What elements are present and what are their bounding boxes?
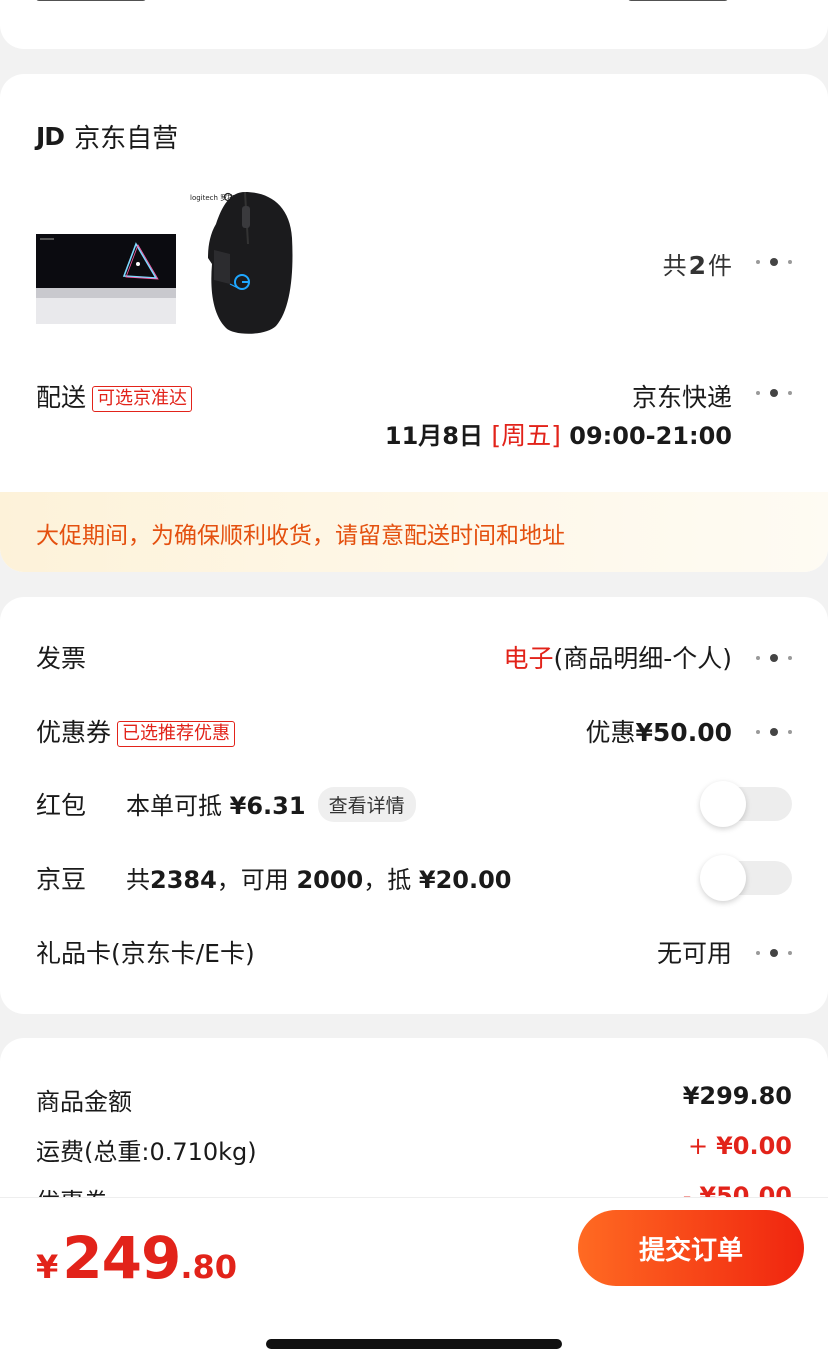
delivery-option-tag[interactable]: 可选京准达	[92, 386, 193, 412]
shop-header: JD 京东自营	[36, 118, 178, 155]
red-packet-label: 红包	[36, 791, 87, 820]
coupon-label: 优惠券	[36, 718, 112, 747]
red-packet-info: 本单可抵 ¥6.31 查看详情	[126, 786, 416, 822]
coupon-value: 优惠¥50.00	[586, 713, 733, 749]
coupon-row[interactable]: 优惠券 已选推荐优惠 优惠¥50.00	[36, 713, 792, 753]
goods-amount-label: 商品金额	[36, 1088, 132, 1116]
delivery-time-range: 09:00-21:00	[569, 422, 732, 450]
shop-name: 京东自营	[74, 124, 179, 154]
invoice-row[interactable]: 发票 电子(商品明细-个人)	[36, 639, 792, 679]
jd-logo: JD	[36, 122, 65, 151]
promo-notice-text: 大促期间，为确保顺利收货，请留意配送时间和地址	[36, 523, 565, 549]
shop-order-card: JD 京东自营 logitech 罗技 共2件 配送 可选京准达 京东快递 11…	[0, 74, 828, 572]
red-packet-toggle-knob	[700, 781, 746, 827]
mouse-pad-image[interactable]	[36, 234, 176, 324]
invoice-more-icon[interactable]	[756, 653, 792, 663]
items-more-icon[interactable]	[756, 257, 792, 267]
freight-label: 运费(总重:0.710kg)	[36, 1138, 257, 1166]
submit-order-button[interactable]: 提交订单	[578, 1210, 804, 1286]
jd-beans-total: 2384	[150, 866, 217, 894]
coupon-label-group: 优惠券 已选推荐优惠	[36, 713, 236, 749]
payment-method-label-cut	[36, 0, 146, 2]
payment-options-card: 发票 电子(商品明细-个人) 优惠券 已选推荐优惠 优惠¥50.00 红包 本单可…	[0, 597, 828, 1014]
home-indicator-area	[0, 1297, 828, 1365]
delivery-label: 配送	[36, 383, 87, 412]
coupon-value-prefix: 优惠	[585, 718, 636, 747]
gift-card-value: 无可用	[656, 939, 732, 968]
coupon-value-amount: ¥50.00	[635, 718, 732, 747]
total-currency: ¥	[36, 1248, 59, 1286]
goods-amount-value: ¥299.80	[682, 1082, 792, 1110]
checkout-page: JD 京东自营 logitech 罗技 共2件 配送 可选京准达 京东快递 11…	[0, 0, 828, 1365]
gift-card-more-icon[interactable]	[756, 948, 792, 958]
red-packet-text: 本单可抵	[126, 792, 222, 820]
home-indicator[interactable]	[266, 1339, 562, 1349]
item-count-suffix: 件	[708, 252, 732, 280]
freight-row: 运费(总重:0.710kg) + ¥0.00	[36, 1132, 792, 1167]
delivery-weekday: [周五]	[491, 421, 561, 450]
item-count-number: 2	[688, 251, 706, 280]
payment-method-card[interactable]	[0, 0, 828, 49]
red-packet-row: 红包 本单可抵 ¥6.31 查看详情	[36, 781, 792, 827]
checkout-bottom-bar: ¥249.80 提交订单	[0, 1197, 828, 1297]
gift-card-label: 礼品卡(京东卡/E卡)	[36, 939, 255, 968]
delivery-label-row: 配送 可选京准达	[36, 378, 193, 414]
invoice-type: 电子	[503, 644, 554, 673]
total-decimal: .80	[180, 1248, 238, 1286]
coupon-tag: 已选推荐优惠	[117, 721, 236, 747]
jd-beans-label: 京豆	[36, 865, 87, 894]
jd-beans-usable: 2000	[296, 866, 364, 894]
freight-value-group: + ¥0.00	[688, 1132, 792, 1160]
delivery-method[interactable]: 京东快递	[632, 378, 732, 414]
coupon-more-icon[interactable]	[756, 727, 792, 737]
gift-card-row[interactable]: 礼品卡(京东卡/E卡) 无可用	[36, 934, 792, 974]
jd-beans-row: 京豆 共2384，可用 2000，抵 ¥20.00	[36, 855, 792, 901]
red-packet-toggle[interactable]	[700, 781, 792, 827]
red-packet-details-button[interactable]: 查看详情	[317, 787, 416, 822]
order-total: ¥249.80	[36, 1224, 237, 1292]
jd-beans-info: 共2384，可用 2000，抵 ¥20.00	[126, 860, 512, 895]
jd-beans-toggle-knob	[700, 855, 746, 901]
jd-beans-toggle[interactable]	[700, 855, 792, 901]
freight-sign: +	[687, 1132, 709, 1160]
total-integer: 249	[62, 1224, 181, 1292]
delivery-more-icon[interactable]	[756, 388, 792, 398]
jd-beans-mid2: ，抵	[363, 866, 412, 894]
delivery-time[interactable]: 11月8日 [周五] 09:00-21:00	[385, 416, 732, 452]
item-count-prefix: 共	[662, 252, 687, 280]
invoice-label: 发票	[36, 644, 87, 673]
item-count[interactable]: 共2件	[663, 246, 732, 281]
red-packet-amount: ¥6.31	[229, 792, 306, 820]
delivery-date: 11月8日	[384, 422, 484, 450]
jd-beans-prefix: 共	[126, 866, 150, 894]
jd-beans-deduct: ¥20.00	[418, 866, 512, 894]
gaming-mouse-image[interactable]: logitech 罗技	[190, 188, 300, 336]
invoice-detail: (商品明细-个人)	[553, 644, 732, 673]
invoice-value: 电子(商品明细-个人)	[503, 639, 732, 675]
jd-beans-mid: ，可用	[216, 866, 289, 894]
goods-amount-row: 商品金额 ¥299.80	[36, 1082, 792, 1117]
promo-notice-banner: 大促期间，为确保顺利收货，请留意配送时间和地址	[0, 492, 828, 572]
payment-method-value-cut	[628, 0, 728, 2]
freight-value: ¥0.00	[716, 1132, 792, 1160]
